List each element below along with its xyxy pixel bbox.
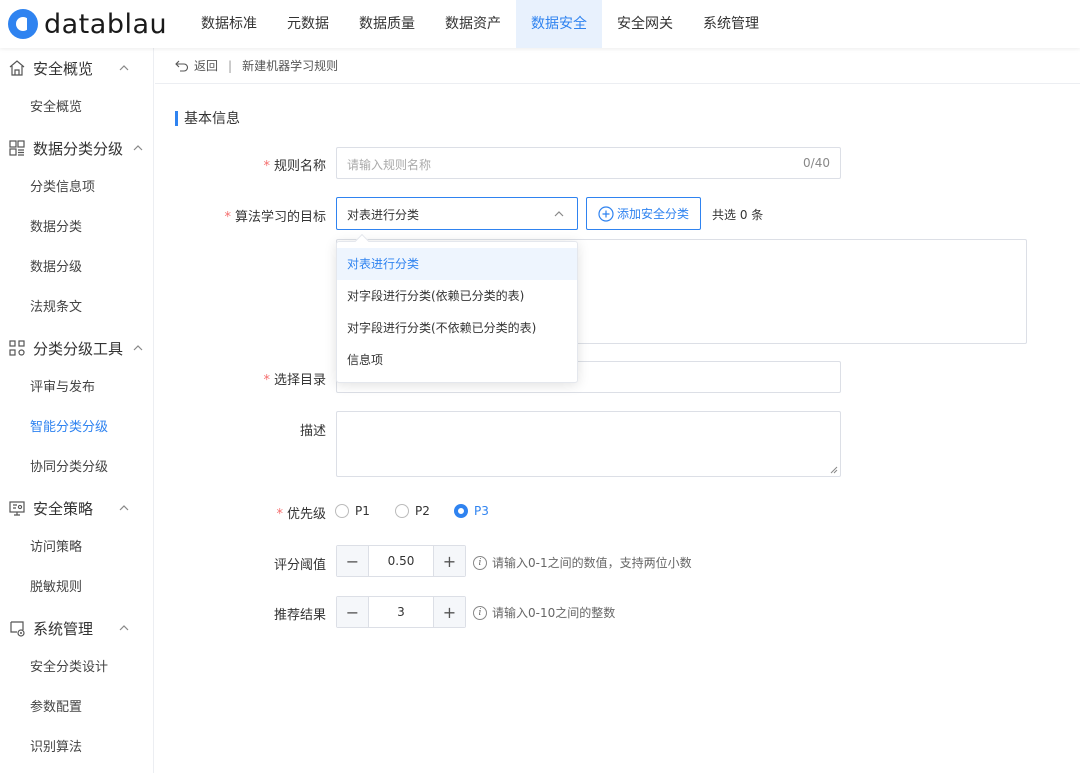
target-label: * 算法学习的目标 — [224, 210, 326, 225]
nav-item-security-gateway[interactable]: 安全网关 — [602, 0, 688, 48]
add-security-class-label: 添加安全分类 — [616, 207, 689, 221]
priority-label: * 优先级 — [276, 507, 326, 522]
sidebar-group-label: 安全策略 — [33, 499, 94, 518]
radio-circle — [395, 504, 409, 518]
dropdown-option-field-dependent[interactable]: 对字段进行分类(依赖已分类的表) — [337, 280, 577, 312]
sidebar-item-security-overview[interactable]: 安全概览 — [0, 88, 153, 128]
sidebar-group-data-classification[interactable]: 数据分类分级 — [0, 128, 153, 168]
threshold-label: 评分阈值 — [273, 558, 326, 573]
priority-radio-p2[interactable]: P2 — [395, 504, 430, 518]
sidebar-item-data-classification[interactable]: 数据分类 — [0, 208, 153, 248]
sidebar-item-collab-classification[interactable]: 协同分类分级 — [0, 448, 153, 488]
sidebar-item-parameter-config[interactable]: 参数配置 — [0, 688, 153, 728]
sidebar-item-smart-classification[interactable]: 智能分类分级 — [0, 408, 153, 448]
recommend-hint: i 请输入0-10之间的整数 — [473, 604, 615, 621]
threshold-hint: i 请输入0-1之间的数值，支持两位小数 — [473, 554, 692, 571]
selected-count: 共选 0 条 — [712, 208, 764, 222]
priority-radio-p1[interactable]: P1 — [335, 504, 370, 518]
sidebar-item-review-publish[interactable]: 评审与发布 — [0, 368, 153, 408]
home-icon — [9, 60, 25, 76]
recommend-value[interactable]: 3 — [369, 597, 433, 627]
sidebar-group-label: 数据分类分级 — [33, 139, 124, 158]
chevron-up-icon[interactable] — [117, 621, 131, 635]
back-arrow-icon — [175, 60, 189, 72]
sidebar-group-classification-tools[interactable]: 分类分级工具 — [0, 328, 153, 368]
nav-item-system-admin[interactable]: 系统管理 — [688, 0, 774, 48]
target-dropdown-menu: 对表进行分类 对字段进行分类(依赖已分类的表) 对字段进行分类(不依赖已分类的表… — [336, 233, 578, 383]
sidebar-item-masking-rules[interactable]: 脱敏规则 — [0, 568, 153, 608]
resize-handle-icon[interactable] — [830, 466, 838, 474]
logo-text: datablau — [44, 8, 168, 40]
threshold-value[interactable]: 0.50 — [369, 546, 433, 576]
directory-label: * 选择目录 — [263, 373, 326, 388]
section-title: 基本信息 — [175, 108, 240, 128]
sidebar: 安全概览 安全概览 数据分类分级 分类信息项 数据分类 数据分级 法规条文 分类… — [0, 48, 154, 773]
nav-item-data-quality[interactable]: 数据质量 — [344, 0, 430, 48]
sidebar-item-classification-design[interactable]: 安全分类设计 — [0, 648, 153, 688]
policy-icon — [9, 501, 25, 516]
dropdown-option-info-item[interactable]: 信息项 — [337, 344, 577, 376]
chevron-up-icon[interactable] — [131, 341, 145, 355]
recommend-label: 推荐结果 — [273, 608, 326, 623]
logo-icon — [8, 9, 38, 39]
section-title-bar — [175, 110, 178, 126]
chevron-up-icon[interactable] — [117, 61, 131, 75]
sidebar-item-access-policy[interactable]: 访问策略 — [0, 528, 153, 568]
plus-circle-icon — [598, 205, 614, 222]
sidebar-group-label: 分类分级工具 — [33, 339, 124, 358]
nav-item-data-standard[interactable]: 数据标准 — [186, 0, 272, 48]
sidebar-group-system-admin[interactable]: 系统管理 — [0, 608, 153, 648]
breadcrumb-current: 新建机器学习规则 — [242, 59, 339, 73]
description-textarea[interactable] — [336, 411, 841, 477]
info-icon: i — [473, 555, 487, 570]
threshold-increment-button[interactable]: + — [433, 546, 465, 576]
nav-item-metadata[interactable]: 元数据 — [272, 0, 344, 48]
breadcrumb: 返回 | 新建机器学习规则 — [155, 48, 1080, 84]
recommend-stepper[interactable]: − 3 + — [336, 596, 466, 628]
sidebar-item-data-grading[interactable]: 数据分级 — [0, 248, 153, 288]
sidebar-group-security-overview[interactable]: 安全概览 — [0, 48, 153, 88]
nav-item-data-assets[interactable]: 数据资产 — [430, 0, 516, 48]
target-select[interactable]: 对表进行分类 — [336, 197, 578, 230]
rule-name-label: * 规则名称 — [263, 159, 326, 174]
back-button[interactable]: 返回 — [175, 57, 218, 74]
sidebar-item-regulations[interactable]: 法规条文 — [0, 288, 153, 328]
section-title-text: 基本信息 — [184, 111, 240, 127]
sidebar-item-classification-info[interactable]: 分类信息项 — [0, 168, 153, 208]
dropdown-option-table[interactable]: 对表进行分类 — [337, 248, 577, 280]
threshold-stepper[interactable]: − 0.50 + — [336, 545, 466, 577]
recommend-increment-button[interactable]: + — [433, 597, 465, 627]
grid-icon — [9, 140, 25, 156]
sidebar-group-label: 系统管理 — [33, 619, 94, 638]
sidebar-item-recognition-algorithm[interactable]: 识别算法 — [0, 728, 153, 768]
breadcrumb-separator: | — [228, 58, 233, 73]
add-security-class-button[interactable]: 添加安全分类 — [586, 197, 701, 230]
priority-radio-p3[interactable]: P3 — [454, 504, 489, 518]
radio-circle — [454, 504, 468, 518]
rule-name-placeholder: 请输入规则名称 — [347, 158, 432, 172]
chevron-up-icon[interactable] — [117, 501, 131, 515]
tools-icon — [9, 340, 25, 356]
back-label: 返回 — [194, 59, 219, 73]
logo[interactable]: datablau — [8, 7, 167, 41]
target-select-value: 对表进行分类 — [347, 208, 420, 222]
recommend-decrement-button[interactable]: − — [337, 597, 369, 627]
rule-name-input[interactable]: 请输入规则名称 0/40 — [336, 147, 841, 179]
threshold-decrement-button[interactable]: − — [337, 546, 369, 576]
top-navbar: datablau 数据标准 元数据 数据质量 数据资产 数据安全 安全网关 系统… — [0, 0, 1080, 48]
chevron-up-icon — [554, 211, 564, 217]
dropdown-option-field-independent[interactable]: 对字段进行分类(不依赖已分类的表) — [337, 312, 577, 344]
chevron-up-icon[interactable] — [131, 141, 145, 155]
info-icon: i — [473, 605, 487, 620]
nav-item-data-security[interactable]: 数据安全 — [516, 0, 602, 48]
description-label: 描述 — [299, 424, 326, 439]
monitor-icon — [10, 621, 25, 637]
sidebar-group-security-policy[interactable]: 安全策略 — [0, 488, 153, 528]
main-nav: 数据标准 元数据 数据质量 数据资产 数据安全 安全网关 系统管理 — [186, 0, 774, 48]
rule-name-counter: 0/40 — [803, 156, 830, 170]
radio-circle — [335, 504, 349, 518]
sidebar-group-label: 安全概览 — [33, 59, 94, 78]
